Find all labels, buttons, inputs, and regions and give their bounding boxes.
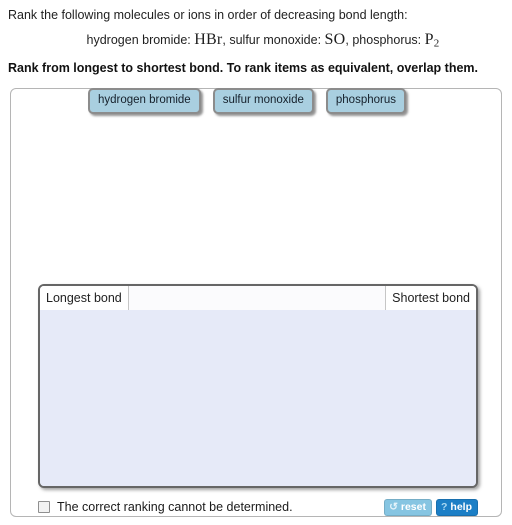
ranking-header-fill [128, 286, 386, 310]
draggable-tile-phosphorus[interactable]: phosphorus [325, 88, 406, 114]
reset-button[interactable]: ↺ reset [384, 498, 432, 516]
draggable-tile-sulfur-monoxide[interactable]: sulfur monoxide [212, 88, 314, 114]
species-1-name: hydrogen bromide: [86, 33, 191, 47]
question-mark-icon: ? [440, 500, 448, 513]
cannot-be-determined-checkbox-row[interactable]: The correct ranking cannot be determined… [38, 500, 293, 514]
ranking-drop-area[interactable] [40, 310, 476, 486]
tile-label: hydrogen bromide [98, 94, 191, 106]
shortest-bond-label: Shortest bond [385, 286, 476, 310]
species-3-formula: P2 [424, 31, 440, 50]
tile-label: phosphorus [335, 94, 396, 106]
question-instruction: Rank from longest to shortest bond. To r… [8, 61, 478, 76]
checkbox-icon[interactable] [38, 501, 50, 513]
question-block: Rank the following molecules or ions in … [0, 0, 512, 76]
action-button-group: ↺ reset ? help [384, 498, 478, 516]
species-3-formula-subscript: 2 [433, 37, 440, 50]
reset-button-label: reset [400, 500, 426, 513]
question-species-line: hydrogen bromide: HBr, sulfur monoxide: … [8, 31, 504, 52]
species-3-formula-base: P [424, 31, 434, 48]
ranking-header: Longest bond Shortest bond [40, 286, 476, 310]
species-2-formula: SO [324, 31, 346, 48]
tile-label: sulfur monoxide [222, 94, 304, 106]
tile-tray: hydrogen bromide sulfur monoxide phospho… [88, 88, 406, 114]
bottom-control-bar: The correct ranking cannot be determined… [38, 496, 478, 518]
ranking-drop-zone[interactable]: Longest bond Shortest bond [38, 284, 478, 488]
help-button[interactable]: ? help [435, 498, 478, 516]
reset-icon: ↺ [389, 500, 398, 513]
draggable-tile-hydrogen-bromide[interactable]: hydrogen bromide [88, 88, 201, 114]
species-2-name: sulfur monoxide: [229, 33, 322, 47]
species-3-name: phosphorus: [352, 33, 422, 47]
longest-bond-label: Longest bond [40, 286, 129, 310]
cannot-be-determined-label: The correct ranking cannot be determined… [57, 500, 293, 514]
species-1-formula: HBr [194, 31, 223, 48]
help-button-label: help [450, 500, 472, 513]
question-prompt: Rank the following molecules or ions in … [8, 8, 408, 22]
